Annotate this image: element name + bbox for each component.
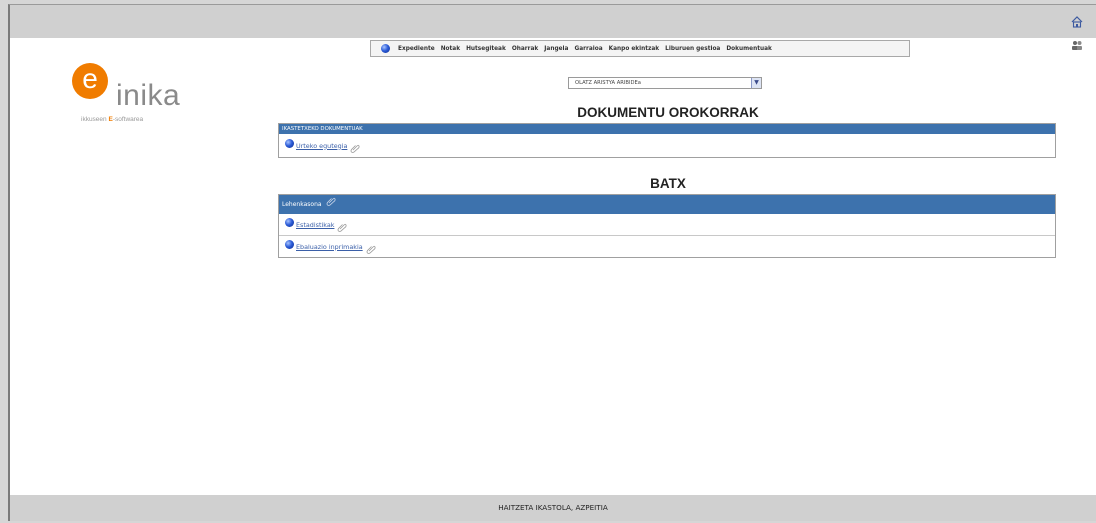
menu-item-garraioa[interactable]: Garraioa bbox=[574, 46, 602, 52]
logo-tagline: ikkuseen E-softwarea bbox=[81, 116, 143, 123]
table-header: IKASTETXEKO DOKUMENTUAK bbox=[279, 124, 1055, 134]
section-title-general: DOKUMENTU OROKORRAK bbox=[577, 105, 759, 120]
table-header-label: Lehenkasona bbox=[282, 201, 322, 208]
globe-icon bbox=[381, 44, 390, 53]
users-icon[interactable] bbox=[1070, 38, 1084, 52]
menu-item-jangela[interactable]: Jangela bbox=[544, 46, 568, 52]
document-link-estadistikak[interactable]: Estadistikak bbox=[296, 221, 334, 229]
menu-item-notak[interactable]: Notak bbox=[441, 46, 460, 52]
globe-icon bbox=[285, 240, 294, 249]
app-window: Expediente Notak Hutsegiteak Oharrak Jan… bbox=[8, 4, 1096, 521]
paperclip-icon[interactable] bbox=[337, 217, 347, 232]
student-select-value: OLATZ ARISTYA ARIBIDEa bbox=[575, 80, 641, 86]
einika-logo: e inika ikkuseen E-softwarea bbox=[72, 63, 192, 133]
table-row: Urteko egutegia bbox=[279, 134, 1055, 157]
general-documents-table: IKASTETXEKO DOKUMENTUAK Urteko egutegia bbox=[278, 123, 1056, 158]
table-row: Ebaluazio inprimakia bbox=[279, 235, 1055, 257]
main-menu-bar: Expediente Notak Hutsegiteak Oharrak Jan… bbox=[370, 40, 910, 57]
menu-item-kanpo-ekintzak[interactable]: Kanpo ekintzak bbox=[609, 46, 660, 52]
logo-word: inika bbox=[116, 79, 181, 112]
menu-item-dokumentuak[interactable]: Dokumentuak bbox=[726, 46, 772, 52]
document-link-urteko-egutegia[interactable]: Urteko egutegia bbox=[296, 142, 347, 150]
section-title-batx: BATX bbox=[650, 176, 686, 191]
menu-item-expediente[interactable]: Expediente bbox=[398, 46, 435, 52]
chevron-down-icon[interactable]: ▼ bbox=[751, 78, 761, 88]
footer-bar: HAITZETA IKASTOLA, AZPEITIA bbox=[10, 495, 1096, 521]
batx-documents-table: Lehenkasona Estadistikak Ebaluazio inpri… bbox=[278, 194, 1056, 258]
menu-item-liburuen-gestioa[interactable]: Liburuen gestioa bbox=[665, 46, 720, 52]
table-row: Estadistikak bbox=[279, 214, 1055, 235]
logo-tag-suffix: -softwarea bbox=[112, 116, 144, 123]
table-header: Lehenkasona bbox=[279, 195, 1055, 214]
paperclip-icon[interactable] bbox=[326, 195, 337, 206]
paperclip-icon[interactable] bbox=[366, 239, 376, 254]
home-icon[interactable] bbox=[1070, 14, 1084, 28]
paperclip-icon[interactable] bbox=[350, 138, 360, 153]
top-bar bbox=[10, 5, 1096, 38]
document-link-ebaluazio-inprimakia[interactable]: Ebaluazio inprimakia bbox=[296, 243, 363, 251]
footer-school-name: HAITZETA IKASTOLA, AZPEITIA bbox=[498, 503, 608, 512]
menu-item-hutsegiteak[interactable]: Hutsegiteak bbox=[466, 46, 506, 52]
logo-circle: e bbox=[72, 63, 108, 99]
student-select[interactable]: OLATZ ARISTYA ARIBIDEa ▼ bbox=[568, 77, 762, 89]
menu-item-oharrak[interactable]: Oharrak bbox=[512, 46, 538, 52]
globe-icon bbox=[285, 218, 294, 227]
globe-icon bbox=[285, 139, 294, 148]
logo-tag-prefix: ikkuseen bbox=[81, 116, 109, 123]
